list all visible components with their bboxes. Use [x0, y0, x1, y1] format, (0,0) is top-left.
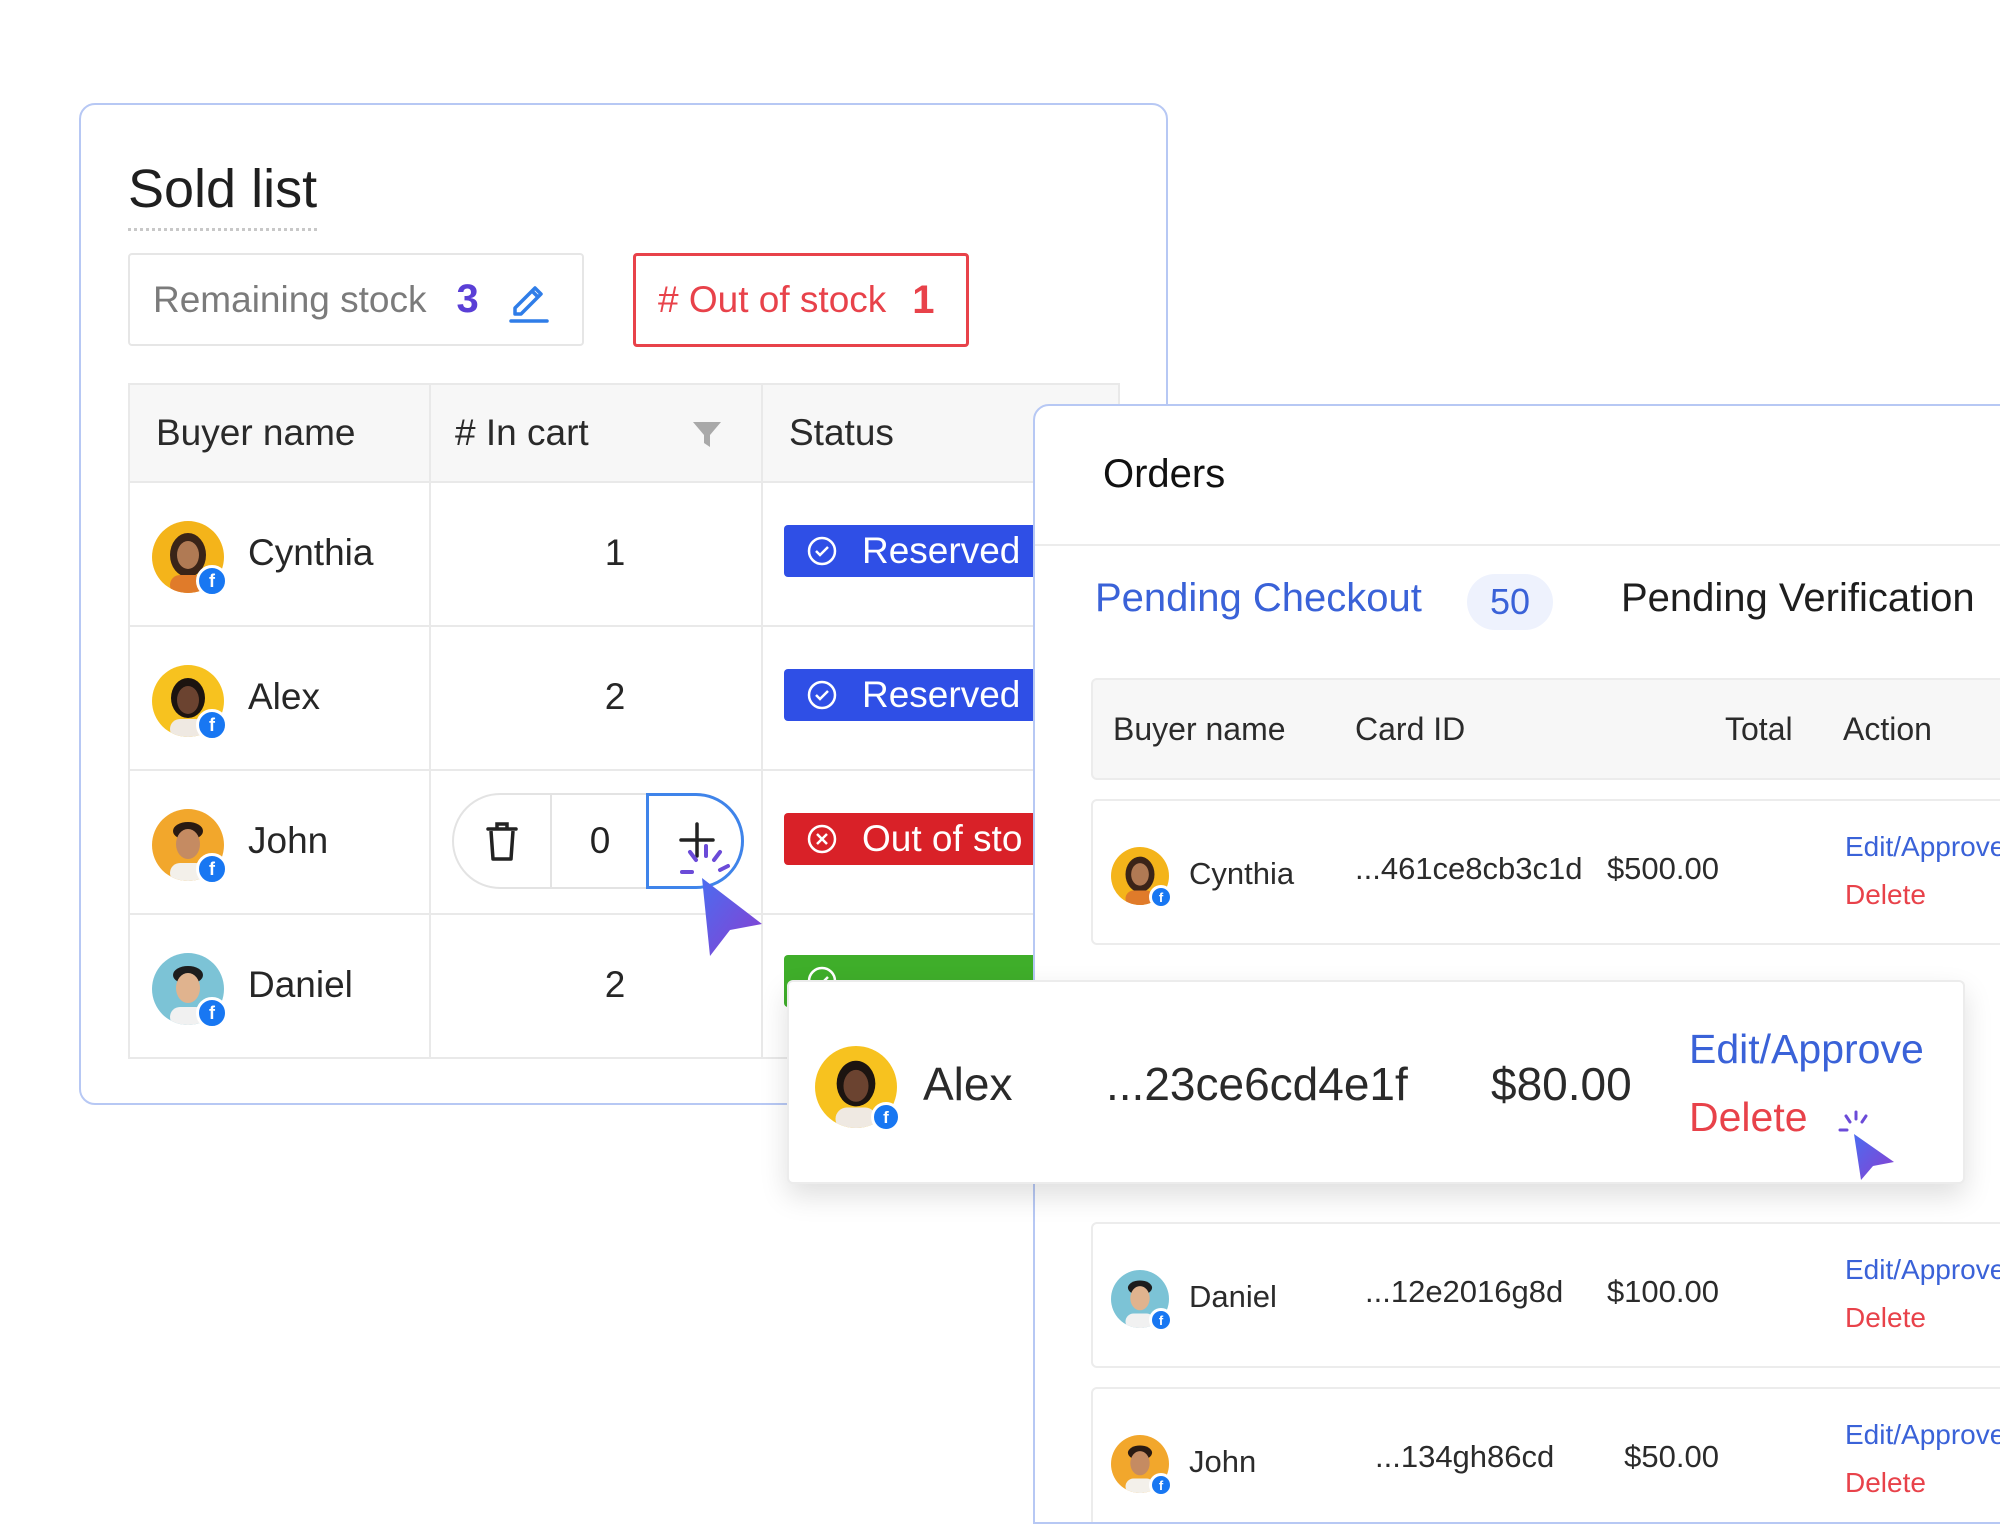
- stepper-value[interactable]: 0: [552, 795, 648, 887]
- avatar: f: [1111, 847, 1173, 909]
- facebook-icon: f: [196, 997, 228, 1029]
- buyer-name: Alex: [923, 1058, 1013, 1110]
- cursor-icon: [680, 844, 762, 956]
- edit-icon[interactable]: [505, 276, 553, 324]
- facebook-icon: f: [196, 853, 228, 885]
- buyer-name: Cynthia: [248, 532, 374, 573]
- table-row[interactable]: f Alex 2 Reserved: [130, 625, 1118, 771]
- order-total: $50.00: [1624, 1439, 1719, 1474]
- out-of-stock-count: 1: [912, 277, 935, 322]
- table-row[interactable]: f Cynthia 1 Reserved: [130, 481, 1118, 627]
- facebook-icon: f: [1149, 1473, 1173, 1497]
- buyer-name: Daniel: [1189, 1279, 1277, 1314]
- avatar: f: [815, 1046, 901, 1132]
- remaining-stock-count: 3: [456, 277, 479, 321]
- table-row[interactable]: f Cynthia ...461ce8cb3c1d $500.00 Edit/A…: [1091, 799, 2000, 945]
- tab-pending-checkout[interactable]: Pending Checkout: [1095, 576, 1422, 621]
- delete-link[interactable]: Delete: [1845, 1302, 1926, 1334]
- col-action: Action: [1843, 711, 1932, 747]
- out-of-stock-label: # Out of stock: [658, 279, 887, 320]
- order-total: $80.00: [1491, 1058, 1632, 1110]
- delete-link[interactable]: Delete: [1689, 1094, 1808, 1141]
- facebook-icon: f: [1149, 885, 1173, 909]
- sold-table-header: Buyer name # In cart Status: [130, 385, 1118, 483]
- status-label: Out of sto: [862, 818, 1023, 859]
- col-status: Status: [789, 412, 894, 453]
- funnel-icon[interactable]: [692, 421, 722, 454]
- sold-table: Buyer name # In cart Status f Cynthia 1 …: [128, 383, 1120, 1059]
- col-buyer-name: Buyer name: [156, 412, 356, 453]
- delete-link[interactable]: Delete: [1845, 1467, 1926, 1499]
- check-circle-icon: [806, 679, 838, 711]
- col-card-id: Card ID: [1355, 711, 1466, 747]
- in-cart-value: 1: [604, 532, 626, 573]
- card-id: ...461ce8cb3c1d: [1355, 851, 1583, 886]
- status-label: Reserved: [862, 674, 1021, 715]
- avatar: f: [152, 665, 228, 741]
- in-cart-value: 2: [604, 964, 626, 1005]
- avatar: f: [1111, 1435, 1173, 1497]
- cursor-icon: [1838, 1110, 1894, 1180]
- facebook-icon: f: [1149, 1308, 1173, 1332]
- edit-approve-link[interactable]: Edit/Approve: [1845, 1254, 2000, 1286]
- avatar: f: [1111, 1270, 1173, 1332]
- card-id: ...12e2016g8d: [1365, 1274, 1564, 1309]
- trash-icon[interactable]: [478, 817, 526, 870]
- check-circle-icon: [806, 535, 838, 567]
- tab-count-badge: 50: [1467, 574, 1553, 630]
- col-buyer-name: Buyer name: [1113, 711, 1286, 747]
- facebook-icon: f: [196, 709, 228, 741]
- col-total: Total: [1725, 711, 1793, 747]
- orders-card: Orders Pending Checkout 50 Pending Verif…: [1033, 404, 2000, 1524]
- edit-approve-link[interactable]: Edit/Approve: [1689, 1026, 1924, 1073]
- sold-list-title: Sold list: [128, 156, 318, 231]
- order-total: $500.00: [1606, 851, 1719, 886]
- delete-link[interactable]: Delete: [1845, 879, 1926, 911]
- divider: [1035, 544, 2000, 546]
- avatar: f: [152, 953, 228, 1029]
- card-id: ...23ce6cd4e1f: [1106, 1058, 1408, 1110]
- avatar: f: [152, 809, 228, 885]
- avatar: f: [152, 521, 228, 597]
- buyer-name: Daniel: [248, 964, 353, 1005]
- order-total: $100.00: [1606, 1274, 1719, 1309]
- table-row[interactable]: f Daniel ...12e2016g8d $100.00 Edit/Appr…: [1091, 1222, 2000, 1368]
- col-in-cart: # In cart: [455, 412, 589, 453]
- orders-table-header: Buyer name Card ID Total Action: [1091, 678, 2000, 780]
- edit-approve-link[interactable]: Edit/Approve: [1845, 831, 2000, 863]
- card-id: ...134gh86cd: [1375, 1439, 1555, 1474]
- table-row[interactable]: f John ...134gh86cd $50.00 Edit/Approve …: [1091, 1387, 2000, 1522]
- x-circle-icon: [806, 823, 838, 855]
- remaining-stock-label: Remaining stock: [153, 278, 427, 320]
- buyer-name: John: [1189, 1444, 1257, 1479]
- status-label: Reserved: [862, 530, 1021, 571]
- out-of-stock-filter[interactable]: # Out of stock 1: [633, 253, 969, 347]
- facebook-icon: f: [871, 1102, 901, 1132]
- remaining-stock-box: Remaining stock 3: [128, 253, 584, 346]
- orders-title: Orders: [1103, 452, 1226, 496]
- buyer-name: Cynthia: [1189, 856, 1295, 891]
- tab-pending-verification[interactable]: Pending Verification: [1621, 576, 1975, 621]
- facebook-icon: f: [196, 565, 228, 597]
- buyer-name: Alex: [248, 676, 320, 717]
- edit-approve-link[interactable]: Edit/Approve: [1845, 1419, 2000, 1451]
- in-cart-value: 2: [604, 676, 626, 717]
- buyer-name: John: [248, 820, 329, 861]
- highlighted-order-row[interactable]: f Alex ...23ce6cd4e1f $80.00 Edit/Approv…: [787, 980, 1965, 1184]
